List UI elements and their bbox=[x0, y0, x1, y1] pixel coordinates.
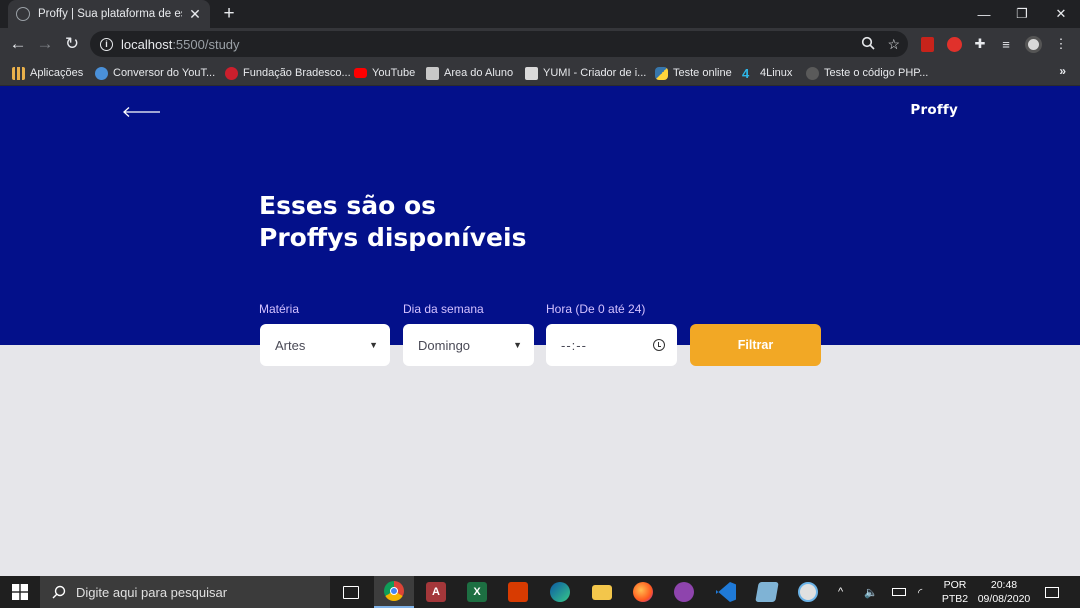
zoom-icon[interactable] bbox=[861, 36, 876, 53]
address-bar[interactable]: i localhost:5500/study ☆ bbox=[90, 31, 908, 57]
extensions-puzzle-icon[interactable]: ✚ bbox=[970, 34, 990, 54]
bookmark-item[interactable]: Teste o código PHP... bbox=[806, 64, 928, 82]
windows-logo-icon bbox=[12, 584, 28, 600]
bookmark-item[interactable]: Teste online bbox=[655, 64, 732, 82]
bookmark-star-icon[interactable]: ☆ bbox=[887, 36, 900, 53]
close-window-button[interactable]: ✕ bbox=[1042, 0, 1080, 28]
proffy-logo: Proffy bbox=[910, 102, 958, 118]
bookmark-item[interactable]: Conversor do YouT... bbox=[95, 64, 215, 82]
browser-toolbar: ← → ↻ i localhost:5500/study ☆ ✚ ≡ ⋮ bbox=[0, 28, 1080, 60]
4linux-icon: 4 bbox=[742, 65, 750, 81]
time-input-value: --:-- bbox=[561, 337, 587, 353]
chrome-icon[interactable] bbox=[374, 576, 414, 608]
time-label: Hora (De 0 até 24) bbox=[546, 302, 646, 316]
paint-app-icon[interactable] bbox=[788, 576, 828, 608]
apps-grid-icon bbox=[12, 66, 25, 80]
bookmark-item[interactable]: YouTube bbox=[354, 64, 415, 82]
file-explorer-icon[interactable] bbox=[582, 576, 622, 608]
forward-button[interactable]: → bbox=[33, 32, 57, 56]
converter-icon bbox=[95, 66, 108, 80]
battery-icon[interactable] bbox=[892, 576, 906, 608]
search-placeholder: Digite aqui para pesquisar bbox=[76, 584, 228, 600]
minimize-button[interactable]: — bbox=[965, 0, 1003, 28]
chevron-down-icon: ▼ bbox=[513, 340, 522, 350]
bookmark-item[interactable]: 4 4Linux bbox=[742, 64, 792, 82]
url-host: localhost bbox=[121, 36, 173, 52]
time-input[interactable]: --:-- bbox=[546, 324, 677, 366]
taskbar-date: 09/08/2020 bbox=[977, 593, 1031, 605]
weekday-select[interactable]: Domingo ▼ bbox=[403, 324, 534, 366]
new-tab-button[interactable]: + bbox=[218, 3, 240, 25]
start-button[interactable] bbox=[0, 576, 40, 608]
back-button[interactable]: ← bbox=[6, 32, 30, 56]
bookmarks-bar: Aplicações Conversor do YouT... Fundação… bbox=[0, 60, 1080, 86]
excel-icon[interactable]: X bbox=[457, 576, 497, 608]
page-title-line-1: Esses são os bbox=[259, 191, 437, 220]
bookmark-item[interactable]: Aplicações bbox=[12, 64, 83, 82]
firefox-icon[interactable] bbox=[623, 576, 663, 608]
tab-strip: Proffy | Sua plataforma de estudos onlin… bbox=[0, 0, 1080, 28]
python-icon bbox=[655, 66, 668, 80]
restore-button[interactable]: ❐ bbox=[1003, 0, 1041, 28]
weekday-select-value: Domingo bbox=[418, 337, 471, 353]
bookmark-item[interactable]: Area do Aluno bbox=[426, 64, 513, 82]
task-view-icon[interactable] bbox=[331, 576, 371, 608]
back-arrow-icon[interactable] bbox=[122, 106, 162, 118]
chevron-up-icon[interactable]: ^ bbox=[838, 576, 843, 608]
url-path: :5500/study bbox=[172, 36, 240, 52]
taskbar-time: 20:48 bbox=[990, 579, 1018, 591]
clock-tray[interactable]: 20:48 09/08/2020 bbox=[974, 578, 1034, 606]
media-queue-icon[interactable]: ≡ bbox=[996, 34, 1016, 54]
page-title-line-2: Proffys disponíveis bbox=[259, 223, 527, 252]
php-icon bbox=[806, 66, 819, 80]
taskbar-search[interactable]: Digite aqui para pesquisar bbox=[40, 576, 330, 608]
chevron-down-icon: ▼ bbox=[369, 340, 378, 350]
tab-close-icon[interactable]: ✕ bbox=[188, 6, 202, 23]
input-language-indicator[interactable]: POR PTB2 bbox=[940, 578, 970, 606]
github-desktop-icon[interactable] bbox=[664, 576, 704, 608]
page-icon bbox=[426, 66, 439, 80]
notebook-app-icon[interactable] bbox=[747, 576, 787, 608]
language-label: POR bbox=[943, 579, 967, 591]
search-icon bbox=[52, 585, 66, 599]
page-title: Esses são os Proffys disponíveis bbox=[259, 190, 526, 254]
volume-icon[interactable]: 🔈 bbox=[864, 576, 878, 608]
subject-select-value: Artes bbox=[275, 337, 306, 353]
browser-menu-icon[interactable]: ⋮ bbox=[1051, 34, 1071, 54]
bookmarks-overflow-button[interactable]: » bbox=[1059, 64, 1066, 78]
bookmark-item[interactable]: Fundação Bradesco... bbox=[225, 64, 351, 82]
bookmark-item[interactable]: YUMI - Criador de i... bbox=[525, 64, 646, 82]
edge-icon[interactable] bbox=[540, 576, 580, 608]
reload-button[interactable]: ↻ bbox=[60, 32, 84, 56]
globe-icon bbox=[16, 7, 30, 21]
page-header: Proffy Esses são os Proffys disponíveis … bbox=[0, 86, 1080, 345]
office-icon[interactable] bbox=[498, 576, 538, 608]
keyboard-label: PTB2 bbox=[941, 593, 969, 605]
adblock-extension-icon[interactable] bbox=[944, 34, 964, 54]
pdf-extension-icon[interactable] bbox=[917, 34, 937, 54]
browser-tab-active[interactable]: Proffy | Sua plataforma de estudos onlin… bbox=[8, 0, 210, 28]
filter-button[interactable]: Filtrar bbox=[690, 324, 821, 366]
site-info-icon[interactable]: i bbox=[100, 37, 113, 51]
subject-label: Matéria bbox=[259, 302, 300, 316]
vscode-icon[interactable] bbox=[706, 576, 746, 608]
subject-select[interactable]: Artes ▼ bbox=[260, 324, 390, 366]
wifi-icon[interactable]: ◜ bbox=[918, 576, 922, 608]
tab-title: Proffy | Sua plataforma de estudos onlin… bbox=[38, 8, 182, 20]
bradesco-icon bbox=[225, 66, 238, 80]
notifications-icon[interactable] bbox=[1044, 576, 1060, 608]
youtube-icon bbox=[354, 68, 367, 78]
yumi-icon bbox=[525, 66, 538, 80]
clock-icon[interactable] bbox=[653, 339, 665, 351]
access-icon[interactable]: A bbox=[416, 576, 456, 608]
windows-taskbar: Digite aqui para pesquisar A X ^ 🔈 ◜ POR… bbox=[0, 576, 1080, 608]
profile-avatar[interactable] bbox=[1023, 34, 1043, 54]
weekday-label: Dia da semana bbox=[403, 302, 484, 316]
